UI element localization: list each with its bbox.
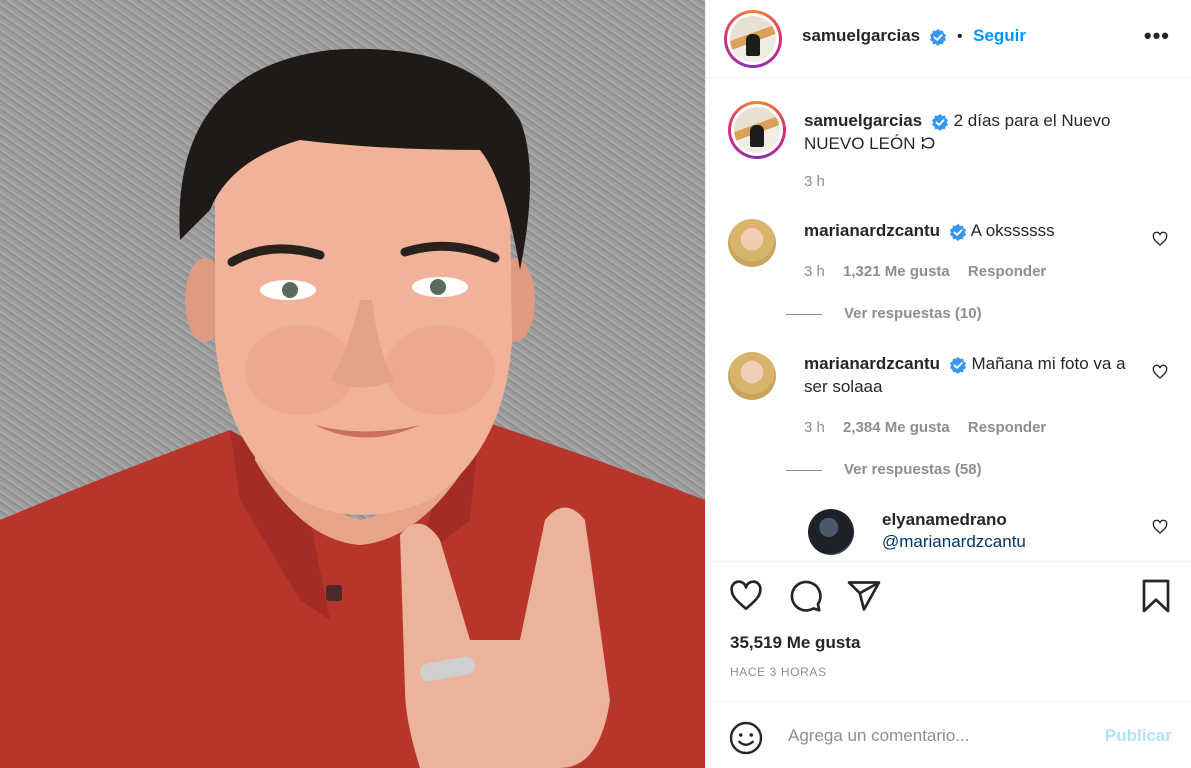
caption-time[interactable]: 3 h [804, 173, 825, 190]
separator-dot: • [957, 28, 963, 45]
publish-button[interactable]: Publicar [1105, 726, 1172, 746]
comment-likes[interactable]: 2,384 Me gusta [843, 419, 950, 436]
reply-avatar[interactable] [808, 509, 854, 555]
comment-icon[interactable] [787, 578, 823, 614]
comment-meta: 3 h 1,321 Me gusta Responder [804, 263, 1046, 280]
view-replies-button[interactable]: Ver respuestas (10) [786, 305, 982, 322]
comment-avatar[interactable] [728, 352, 776, 400]
post-sidebar: samuelgarcias • Seguir ••• samuelgarcias [705, 0, 1191, 768]
caption-avatar[interactable] [728, 101, 786, 159]
comment-likes[interactable]: 1,321 Me gusta [843, 263, 950, 280]
reply-button[interactable]: Responder [968, 419, 1046, 436]
heart-icon[interactable] [1152, 231, 1168, 247]
bookmark-icon[interactable] [1138, 578, 1174, 614]
verified-icon [929, 28, 946, 46]
comment-time[interactable]: 3 h [804, 263, 825, 280]
verified-icon [931, 113, 948, 131]
post-timestamp[interactable]: HACE 3 HORAS [730, 665, 827, 679]
comment-time[interactable]: 3 h [804, 419, 825, 436]
post-actions: 35,519 Me gusta HACE 3 HORAS [706, 561, 1191, 701]
reply-mention[interactable]: @marianardzcantu [882, 531, 1132, 553]
reply-button[interactable]: Responder [968, 263, 1046, 280]
add-comment-bar: Publicar [706, 701, 1191, 768]
view-replies-label: Ver respuestas (58) [844, 461, 982, 478]
share-icon[interactable] [846, 578, 882, 614]
emoji-icon[interactable] [728, 720, 764, 756]
heart-icon[interactable] [728, 578, 764, 614]
comments-list[interactable]: samuelgarcias 2 días para el Nuevo NUEVO… [706, 79, 1191, 561]
follow-button[interactable]: Seguir [973, 26, 1026, 45]
comment-input[interactable] [788, 722, 1088, 750]
post-photo[interactable] [0, 0, 705, 768]
view-replies-button[interactable]: Ver respuestas (58) [786, 461, 982, 478]
more-options-icon[interactable]: ••• [1144, 25, 1170, 47]
author-username[interactable]: samuelgarcias [802, 26, 920, 45]
post-header: samuelgarcias • Seguir ••• [706, 0, 1191, 78]
view-replies-label: Ver respuestas (10) [844, 305, 982, 322]
comment-meta: 3 h 2,384 Me gusta Responder [804, 419, 1046, 436]
like-count[interactable]: 35,519 Me gusta [730, 633, 860, 653]
heart-icon[interactable] [1152, 519, 1168, 535]
heart-icon[interactable] [1152, 364, 1168, 380]
comment-username[interactable]: marianardzcantu [804, 221, 940, 240]
comment-username[interactable]: marianardzcantu [804, 354, 940, 373]
comment-text: A okssssss [970, 221, 1055, 240]
caption-username[interactable]: samuelgarcias [804, 111, 922, 130]
verified-icon [949, 223, 966, 241]
selfie-image [0, 48, 705, 768]
author-avatar[interactable] [724, 10, 782, 68]
verified-icon [949, 356, 966, 374]
reply-username[interactable]: elyanamedrano [882, 509, 1132, 531]
comment-avatar[interactable] [728, 219, 776, 267]
replies-divider [786, 313, 822, 315]
replies-divider [786, 469, 822, 471]
